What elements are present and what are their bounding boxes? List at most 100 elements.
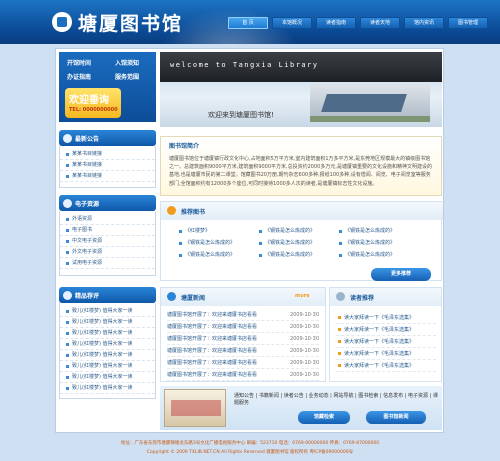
news-title: 塘厦新闻: [181, 295, 206, 302]
news-row[interactable]: 塘厦图书馆开展了：欢迎来塘厦书店看看 2009-10-30: [167, 321, 319, 333]
book-link[interactable]: 《钢铁是怎么炼成的》: [179, 239, 259, 248]
link-opening-hours[interactable]: 开馆时间: [67, 58, 107, 67]
services-banner: 通知公告 | 书籍新闻 | 读者公告 | 业务动态 | 网站导航 | 图书检索 …: [160, 386, 442, 430]
news-text: 塘厦图书馆开展了：欢迎来塘厦书店看看: [167, 324, 258, 330]
news-date: 2009-10-30: [289, 324, 319, 330]
news-list: 塘厦图书馆开展了：欢迎来塘厦书店看看 2009-10-30 塘厦图书馆开展了：欢迎…: [167, 309, 319, 381]
list-item[interactable]: 致儿(红楼梦) 值得大家一读: [60, 339, 155, 350]
reading-room-image: [164, 389, 226, 427]
list-item[interactable]: 致儿(红楼梦) 值得大家一读: [60, 350, 155, 361]
list-item[interactable]: 致儿(红楼梦) 值得大家一读: [60, 328, 155, 339]
reader-recommend-panel: 读者推荐 读大家拜读一下《毛泽东选集》 读大家拜读一下《毛泽东选集》 读大家拜读…: [329, 287, 442, 382]
recommend-section: 精品荐评 致儿(红楼梦) 值得大家一读 致儿(红楼梦) 值得大家一读 致儿(红楼…: [59, 287, 156, 399]
book-icon: [167, 206, 176, 215]
service-links[interactable]: 通知公告 | 书籍新闻 | 读者公告 | 业务动态 | 网站导航 | 图书检索 …: [234, 392, 439, 406]
news-row[interactable]: 塘厦图书馆开展了：欢迎来塘厦书店看看 2009-10-30: [167, 369, 319, 381]
notice-section: 最新公告 某某书目链接 某某书目链接 某某书目链接: [59, 130, 156, 188]
list-item[interactable]: 致儿(红楼梦) 值得大家一读: [60, 306, 155, 317]
person-icon: [167, 292, 176, 301]
eresource-section: 电子资源 外语资源 电子图书 中文电子资源 外文电子资源 试用电子资源: [59, 195, 156, 276]
nav-item-guide[interactable]: 读者指南: [316, 17, 356, 29]
main-nav: 首 页 本馆概况 读者指南 读者天地 馆内资讯 图书管理: [228, 17, 488, 29]
link-service-scope[interactable]: 服务范围: [115, 72, 155, 81]
monitor-icon: [63, 198, 72, 208]
book-link[interactable]: 《钢铁是怎么炼成的》: [259, 227, 339, 236]
site-logo[interactable]: 塘厦图书馆: [52, 10, 184, 35]
news-row[interactable]: 塘厦图书馆开展了：欢迎来塘厦书店看看 2009-10-30: [167, 345, 319, 357]
intro-title: 图书馆简介: [169, 143, 200, 150]
recommended-books-header: 推荐图书: [161, 202, 443, 220]
news-text: 塘厦图书馆开展了：欢迎来塘厦书店看看: [167, 336, 258, 342]
book-link[interactable]: 《红楼梦》: [179, 227, 259, 236]
tools-icon: [63, 290, 72, 300]
recommended-books-panel: 推荐图书 《红楼梦》 《钢铁是怎么炼成的》 《钢铁是怎么炼成的》 《钢铁是怎么炼…: [160, 201, 443, 281]
notice-header: 最新公告: [59, 130, 156, 146]
hotline-badge: 欢迎垂询 TEL: 0000000000: [65, 88, 121, 118]
notice-title: 最新公告: [75, 135, 100, 143]
eresource-header: 电子资源: [59, 195, 156, 211]
recommended-books-title: 推荐图书: [181, 209, 206, 216]
library-logo-icon: [52, 12, 72, 32]
footer-copyright: Copyright © 2009 TXLIB.NET.CN All Rights…: [146, 450, 354, 455]
site-title: 塘厦图书馆: [78, 12, 184, 35]
link-card-guide[interactable]: 办证指南: [67, 72, 107, 81]
book-link[interactable]: 《钢铁是怎么炼成的》: [259, 251, 339, 260]
news-row[interactable]: 塘厦图书馆开展了：欢迎来塘厦书店看看 2009-10-30: [167, 357, 319, 369]
welcome-banner: welcome to Tangxia Library 欢迎来到塘厦图书馆!: [160, 52, 442, 127]
footer-address: 地址：广东省东莞市塘厦镇塘龙东路3号文化广播电视服务中心 邮编：523710 电…: [120, 441, 380, 446]
site-footer: 地址：广东省东莞市塘厦镇塘龙东路3号文化广播电视服务中心 邮编：523710 电…: [0, 436, 500, 461]
library-building-image: [310, 84, 430, 122]
recommend-header: 精品荐评: [59, 287, 156, 303]
book-link[interactable]: 《钢铁是怎么炼成的》: [339, 251, 419, 260]
news-more-link[interactable]: more: [295, 293, 310, 299]
nav-item-readers[interactable]: 读者天地: [360, 17, 400, 29]
book-link[interactable]: 《钢铁是怎么炼成的》: [179, 251, 259, 260]
list-item[interactable]: 电子图书: [60, 225, 155, 236]
recommend-title: 精品荐评: [75, 292, 100, 300]
reader-header: 读者推荐: [330, 288, 441, 306]
news-panel: 塘厦新闻 more 塘厦图书馆开展了：欢迎来塘厦书店看看 2009-10-30 塘…: [160, 287, 326, 382]
news-date: 2009-10-30: [289, 372, 319, 378]
list-item[interactable]: 读大家拜读一下《毛泽东选集》: [336, 324, 436, 336]
list-item[interactable]: 某某书目链接: [60, 160, 155, 171]
list-item[interactable]: 中文电子资源: [60, 236, 155, 247]
news-row[interactable]: 塘厦图书馆开展了：欢迎来塘厦书店看看 2009-10-30: [167, 333, 319, 345]
nav-item-about[interactable]: 本馆概况: [272, 17, 312, 29]
list-item[interactable]: 外文电子资源: [60, 247, 155, 258]
book-link[interactable]: 《钢铁是怎么炼成的》: [259, 239, 339, 248]
more-recommend-button[interactable]: 更多推荐: [371, 268, 431, 281]
magnifier-icon: [336, 292, 345, 301]
welcome-chinese: 欢迎来到塘厦图书馆!: [208, 111, 274, 119]
list-item[interactable]: 读大家拜读一下《毛泽东选集》: [336, 336, 436, 348]
site-header: 塘厦图书馆 首 页 本馆概况 读者指南 读者天地 馆内资讯 图书管理: [0, 0, 500, 44]
library-news-button[interactable]: 图书馆新闻: [366, 411, 426, 424]
catalog-search-button[interactable]: 馆藏检索: [298, 411, 350, 424]
news-text: 塘厦图书馆开展了：欢迎来塘厦书店看看: [167, 372, 258, 378]
list-item[interactable]: 某某书目链接: [60, 149, 155, 160]
list-item[interactable]: 外语资源: [60, 214, 155, 225]
recommended-books-grid: 《红楼梦》 《钢铁是怎么炼成的》 《钢铁是怎么炼成的》 《钢铁是怎么炼成的》 《…: [179, 227, 419, 260]
list-item[interactable]: 读大家拜读一下《毛泽东选集》: [336, 312, 436, 324]
eresource-list: 外语资源 电子图书 中文电子资源 外文电子资源 试用电子资源: [59, 211, 156, 276]
book-link[interactable]: 《钢铁是怎么炼成的》: [339, 239, 419, 248]
hotline-tel: TEL: 0000000000: [69, 107, 118, 113]
link-entry-notice[interactable]: 入馆须知: [115, 58, 155, 67]
news-text: 塘厦图书馆开展了：欢迎来塘厦书店看看: [167, 312, 258, 318]
hotline-title: 欢迎垂询: [69, 95, 109, 106]
news-row[interactable]: 塘厦图书馆开展了：欢迎来塘厦书店看看 2009-10-30: [167, 309, 319, 321]
list-item[interactable]: 读大家拜读一下《毛泽东选集》: [336, 360, 436, 372]
megaphone-icon: [63, 133, 72, 143]
list-item[interactable]: 试用电子资源: [60, 258, 155, 269]
nav-item-books[interactable]: 图书管理: [448, 17, 488, 29]
news-date: 2009-10-30: [289, 348, 319, 354]
list-item[interactable]: 读大家拜读一下《毛泽东选集》: [336, 348, 436, 360]
quick-links-panel: 开馆时间 入馆须知 办证指南 服务范围 欢迎垂询 TEL: 0000000000: [59, 52, 156, 122]
list-item[interactable]: 致儿(红楼梦) 值得大家一读: [60, 372, 155, 383]
list-item[interactable]: 某某书目链接: [60, 171, 155, 182]
book-link[interactable]: 《钢铁是怎么炼成的》: [339, 227, 419, 236]
list-item[interactable]: 致儿(红楼梦) 值得大家一读: [60, 383, 155, 394]
nav-item-home[interactable]: 首 页: [228, 17, 268, 29]
list-item[interactable]: 致儿(红楼梦) 值得大家一读: [60, 361, 155, 372]
list-item[interactable]: 致儿(红楼梦) 值得大家一读: [60, 317, 155, 328]
nav-item-news[interactable]: 馆内资讯: [404, 17, 444, 29]
